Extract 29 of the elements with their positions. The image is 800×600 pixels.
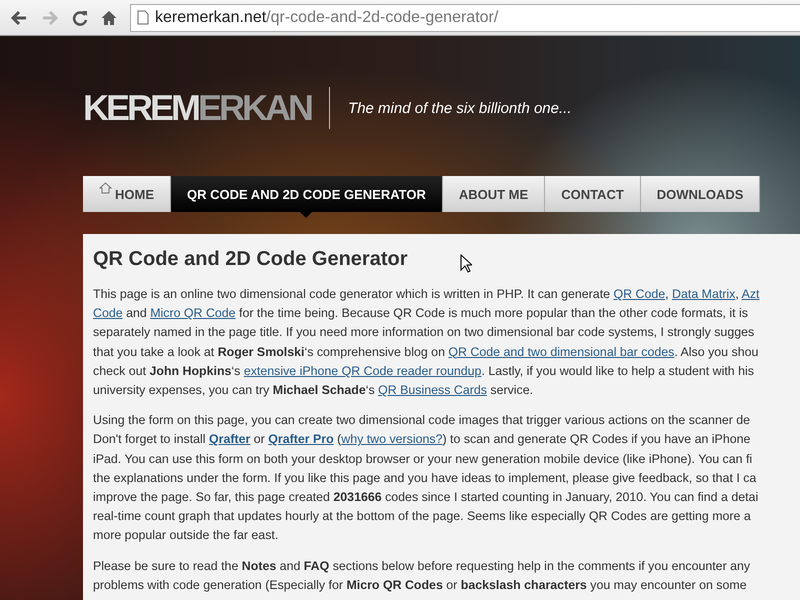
tagline: The mind of the six billionth one... <box>348 100 572 116</box>
text-link[interactable]: Data Matrix <box>672 287 736 301</box>
nav-tab[interactable]: HOME <box>83 176 171 212</box>
paragraph: Please be sure to read the Notes and FAQ sections below before requesting help in the comments if you encounter any problems with code generation (Especially for Micro QR Codes or backslash characters you may encounter on some <box>93 558 750 594</box>
mouse-pointer-icon <box>460 254 472 273</box>
home-icon[interactable] <box>101 10 117 26</box>
address-bar[interactable]: keremerkan.net/qr-code-and-2d-code-generator/ <box>130 4 800 32</box>
text-link[interactable]: Azt <box>742 287 760 301</box>
text-link[interactable]: extensive iPhone QR Code reader roundup <box>244 364 482 378</box>
reload-icon[interactable] <box>72 10 88 26</box>
text-link[interactable]: Micro QR Code <box>150 306 236 320</box>
text-link[interactable]: QR Code <box>613 287 666 301</box>
site-logo[interactable]: KEREMERKAN <box>83 87 312 129</box>
page-heading: QR Code and 2D Code Generator <box>93 248 408 271</box>
page-icon <box>137 10 149 25</box>
paragraph: Using the form on this page, you can create two dimensional code images that trigger various actions on the scanner de Don't forget to install Qrafter or Qrafter Pro (why two versions?) to scan and generate QR Codes if you have an iPhone iPad. You can use this form on both your desktop browser or your new generation mobile device (like iPhone). You can fi the explanations under the form. If you like this page and you have ideas to implement, please give feedback, so that I ca improve the page. So far, this page created 2031666 codes since I started counting in January, 2010. You can find a detai real-time count graph that updates hourly at the bottom of the page. Seems like especially QR Codes are getting more a more popular outside the far east. <box>93 412 758 544</box>
text-link[interactable]: QR Business Cards <box>378 383 487 398</box>
text-link[interactable]: why two versions? <box>341 432 442 446</box>
paragraph: This page is an online two dimensional code generator which is written in PHP. It can generate QR Code, Data Matrix, Azt Code and Micro QR Code for the time being. Because QR Code is much more popular than the other code formats, it is separately named in the page title. If you need more information on two dimensional bar code systems, I strongly sugges that you take a look at Roger Smolski‘s comprehensive blog on QR Code and two dimensional bar codes. Also you shou check out John Hopkins‘s extensive iPhone QR Code reader roundup. Lastly, if you would like to help a student with his university expenses, you can try Michael Schade‘s QR Business Cards service. <box>93 286 760 400</box>
text-link[interactable]: Code <box>93 306 123 320</box>
nav-tab[interactable]: ABOUT ME <box>442 176 546 212</box>
nav-tab[interactable]: DOWNLOADS <box>640 176 760 212</box>
back-icon[interactable] <box>10 10 28 26</box>
triangle-pointer-icon <box>300 212 312 218</box>
nav-tab[interactable]: CONTACT <box>545 176 641 212</box>
text-link[interactable]: Qrafter <box>209 432 250 446</box>
house-icon <box>99 182 112 194</box>
text-link[interactable]: Qrafter Pro <box>268 432 334 446</box>
text-link[interactable]: QR Code and two dimensional bar codes <box>448 344 674 359</box>
